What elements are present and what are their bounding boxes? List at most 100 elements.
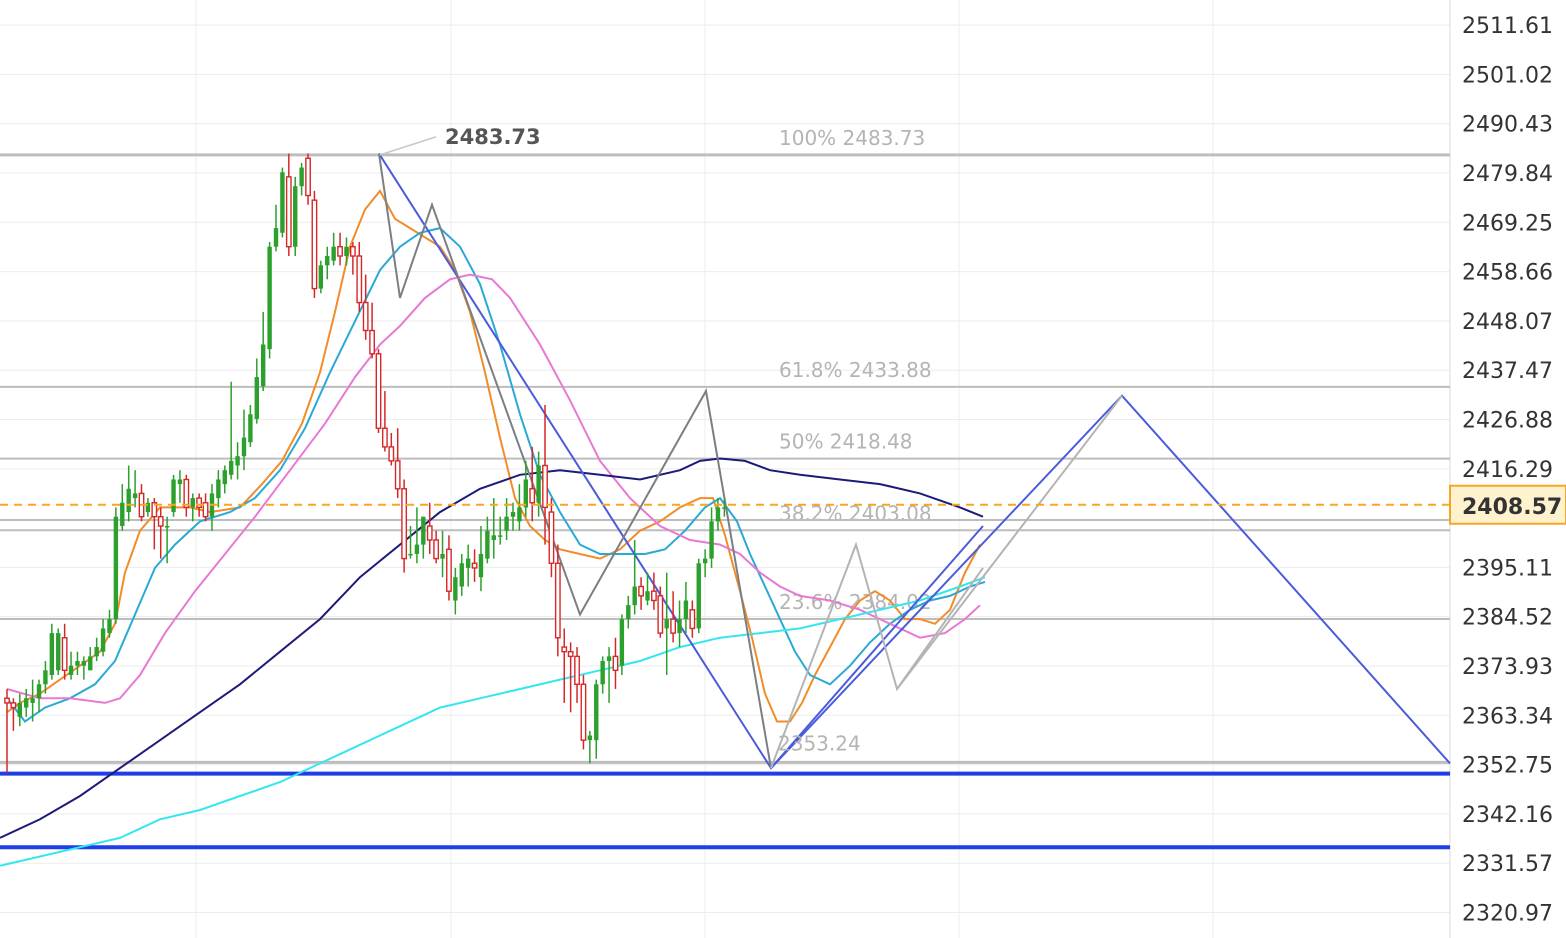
candle	[548, 498, 555, 578]
candle-body	[433, 539, 440, 560]
candle	[683, 581, 689, 634]
candle-body	[222, 470, 227, 485]
candle-body	[574, 655, 580, 685]
candle-body	[293, 186, 298, 247]
candle	[36, 679, 42, 713]
candle	[126, 465, 131, 522]
candle-body	[88, 656, 93, 671]
candle-body	[113, 516, 119, 620]
candle	[68, 651, 74, 680]
candle-body	[202, 502, 209, 518]
candle-body	[683, 600, 689, 620]
candle	[280, 167, 285, 238]
y-tick-label: 2458.66	[1462, 261, 1553, 286]
candle	[715, 498, 721, 531]
candle	[440, 530, 445, 578]
candle-body	[517, 507, 522, 522]
candle	[554, 544, 561, 657]
candle	[426, 502, 433, 554]
y-tick-label: 2352.75	[1462, 754, 1553, 779]
y-tick-label: 2416.29	[1462, 458, 1553, 483]
candle-body	[561, 646, 568, 653]
candle-body	[190, 498, 195, 508]
candle-body	[548, 511, 555, 564]
candle-body	[344, 246, 349, 257]
candle-body	[394, 460, 401, 490]
candle	[241, 409, 247, 471]
candle	[388, 432, 395, 466]
candle-body	[485, 530, 490, 559]
candle-body	[100, 628, 106, 652]
price-chart[interactable]: 100% 2483.7361.8% 2433.8850% 2418.4838.2…	[0, 0, 1566, 938]
candle-body	[349, 246, 356, 257]
candle-body	[536, 465, 541, 503]
candle-body	[689, 609, 696, 630]
candlesticks	[4, 153, 727, 773]
candle	[362, 274, 369, 340]
candle	[369, 302, 375, 359]
candle	[100, 619, 106, 657]
candle-body	[619, 619, 625, 666]
candle-body	[408, 553, 413, 556]
candle-body	[651, 590, 657, 602]
candle	[356, 242, 363, 312]
candle-body	[388, 446, 395, 462]
support-lines[interactable]	[0, 771, 1450, 850]
candle	[248, 404, 253, 447]
candle	[459, 553, 464, 596]
candle	[171, 474, 176, 517]
candle-body	[453, 577, 458, 601]
candle-body	[196, 497, 203, 509]
candle	[325, 246, 330, 280]
candle-body	[280, 172, 285, 233]
candle-body	[36, 684, 42, 699]
candle-body	[30, 698, 35, 703]
candle	[157, 507, 164, 559]
grid	[0, 0, 1451, 938]
candle-body	[529, 488, 536, 504]
candle	[651, 572, 657, 610]
candle-body	[594, 684, 599, 741]
moving-average-line	[6, 189, 981, 723]
candle-body	[126, 488, 131, 513]
candle-body	[421, 516, 426, 545]
candle-body	[75, 661, 80, 666]
candle	[151, 498, 158, 550]
candle	[267, 242, 272, 359]
candle-body	[228, 460, 234, 475]
y-tick-label: 2448.07	[1462, 310, 1553, 335]
candle	[664, 572, 669, 675]
y-tick-label: 2395.11	[1462, 556, 1553, 581]
candle-body	[94, 647, 99, 657]
candle	[216, 470, 221, 508]
candle-body	[132, 493, 138, 499]
candle	[580, 674, 587, 750]
wave-pattern-line	[378, 153, 1451, 770]
candle	[510, 502, 516, 531]
candle-body	[325, 256, 330, 266]
moving-average-line	[6, 227, 986, 723]
candle	[88, 647, 93, 671]
candle	[689, 600, 696, 638]
candle-body	[459, 563, 464, 587]
candle-body	[337, 246, 343, 257]
candle	[235, 442, 240, 480]
fib-level-label: 50% 2418.48	[779, 430, 913, 454]
candle	[177, 470, 183, 503]
candle-body	[542, 464, 548, 509]
candle-body	[381, 427, 388, 448]
wave-pattern-drawings[interactable]	[378, 153, 1451, 770]
candle-body	[43, 670, 48, 685]
candle	[471, 549, 478, 582]
candle-body	[311, 199, 318, 290]
candle	[446, 535, 452, 601]
candle-body	[241, 437, 247, 457]
candle	[638, 577, 644, 610]
candle	[190, 493, 195, 522]
candle	[285, 153, 292, 257]
candle-body	[107, 619, 112, 634]
candle	[254, 358, 259, 424]
fibonacci-retracement[interactable]: 100% 2483.7361.8% 2433.8850% 2418.4838.2…	[0, 126, 1450, 764]
candle	[349, 242, 356, 275]
candle-body	[356, 255, 363, 304]
